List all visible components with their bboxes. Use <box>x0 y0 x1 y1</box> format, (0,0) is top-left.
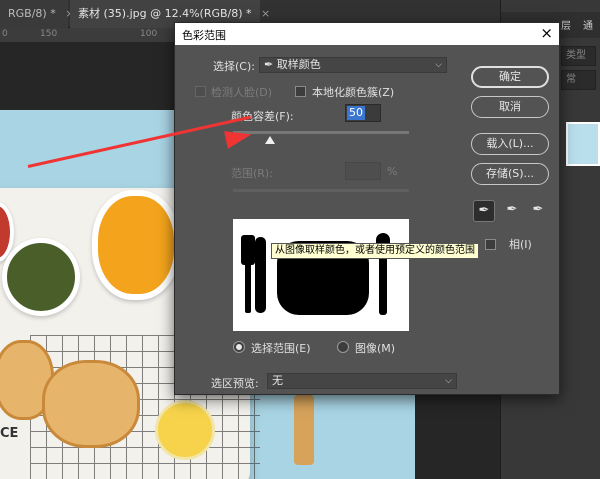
radio-selection[interactable] <box>233 341 245 353</box>
lemon-slice <box>155 400 215 460</box>
ruler-tick: 100 <box>140 29 158 39</box>
wooden-handle <box>294 395 314 465</box>
bread-slice <box>42 360 140 448</box>
ruler-tick: 0 <box>2 29 8 39</box>
select-label: 选择(C): <box>213 60 255 73</box>
localized-clusters-checkbox[interactable] <box>295 86 306 97</box>
invert-label: 相(I) <box>509 238 532 251</box>
dialog-title: 色彩范围 <box>182 29 226 42</box>
tooltip: 从图像取样颜色，或者使用预定义的颜色范围 <box>271 243 479 259</box>
selection-preview-label: 选区预览: <box>211 377 259 390</box>
radio-image-label: 图像(M) <box>355 342 396 355</box>
localized-clusters-label: 本地化颜色簇(Z) <box>312 86 395 99</box>
dialog-titlebar[interactable]: 色彩范围 × <box>175 23 559 45</box>
detect-faces-checkbox[interactable] <box>195 86 206 97</box>
selection-preview[interactable] <box>233 219 409 331</box>
tab-label: RGB/8) * <box>8 7 56 20</box>
color-range-dialog: 色彩范围 × 选择(C): ✒ 取样颜色 ⌵ 检测人脸(D) 本地化颜色簇(Z)… <box>174 22 560 395</box>
eyedropper-minus-icon[interactable]: ✒ <box>527 200 549 222</box>
select-dropdown[interactable]: ✒ 取样颜色 ⌵ <box>259 57 447 73</box>
layer-kind-filter[interactable]: 类型 <box>561 46 596 66</box>
tab-channels[interactable]: 通 <box>583 17 593 32</box>
document-tab-1[interactable]: RGB/8) * × <box>0 0 74 28</box>
selection-preview-value: 无 <box>272 374 283 387</box>
fuzziness-slider[interactable] <box>233 131 409 134</box>
range-unit: % <box>387 165 398 178</box>
layer-thumbnail[interactable] <box>566 122 600 166</box>
preview-knife <box>255 237 266 313</box>
herb-bowl <box>2 238 80 316</box>
preview-fork-head <box>241 235 255 265</box>
ok-button[interactable]: 确定 <box>471 66 549 88</box>
tab-label: 素材 (35).jpg @ 12.4%(RGB/8) * <box>78 7 252 20</box>
cancel-button[interactable]: 取消 <box>471 96 549 118</box>
close-icon[interactable]: × <box>261 7 270 20</box>
pepper-bowl <box>92 190 180 300</box>
eyedropper-icon[interactable]: ✒ <box>473 200 495 222</box>
selection-preview-dropdown[interactable]: 无 ⌵ <box>267 373 457 389</box>
invert-checkbox[interactable] <box>485 239 496 250</box>
load-button[interactable]: 载入(L)... <box>471 133 549 155</box>
fuzziness-value: 50 <box>347 106 365 120</box>
range-input[interactable] <box>345 162 381 180</box>
radio-selection-label: 选择范围(E) <box>251 342 311 355</box>
ruler-tick: 150 <box>40 29 58 39</box>
radio-image[interactable] <box>337 341 349 353</box>
eyedropper-icon: ✒ <box>264 58 274 71</box>
fuzziness-label: 颜色容差(F): <box>231 110 294 123</box>
detect-faces-label: 检测人脸(D) <box>211 86 273 99</box>
range-slider[interactable] <box>233 189 409 192</box>
range-label: 范围(R): <box>231 167 273 180</box>
fuzziness-slider-handle[interactable] <box>264 136 275 144</box>
chevron-down-icon: ⌵ <box>445 376 452 386</box>
tray-text: CE <box>0 426 19 441</box>
select-value: 取样颜色 <box>276 58 321 71</box>
fuzziness-input[interactable]: 50 <box>345 104 381 122</box>
tab-layers[interactable]: 层 <box>561 17 571 32</box>
close-icon[interactable]: × <box>540 24 553 42</box>
blend-mode-select[interactable]: 常 <box>561 70 596 90</box>
save-button[interactable]: 存储(S)... <box>471 163 549 185</box>
chevron-down-icon: ⌵ <box>435 60 442 70</box>
eyedropper-plus-icon[interactable]: ✒ <box>501 200 523 222</box>
